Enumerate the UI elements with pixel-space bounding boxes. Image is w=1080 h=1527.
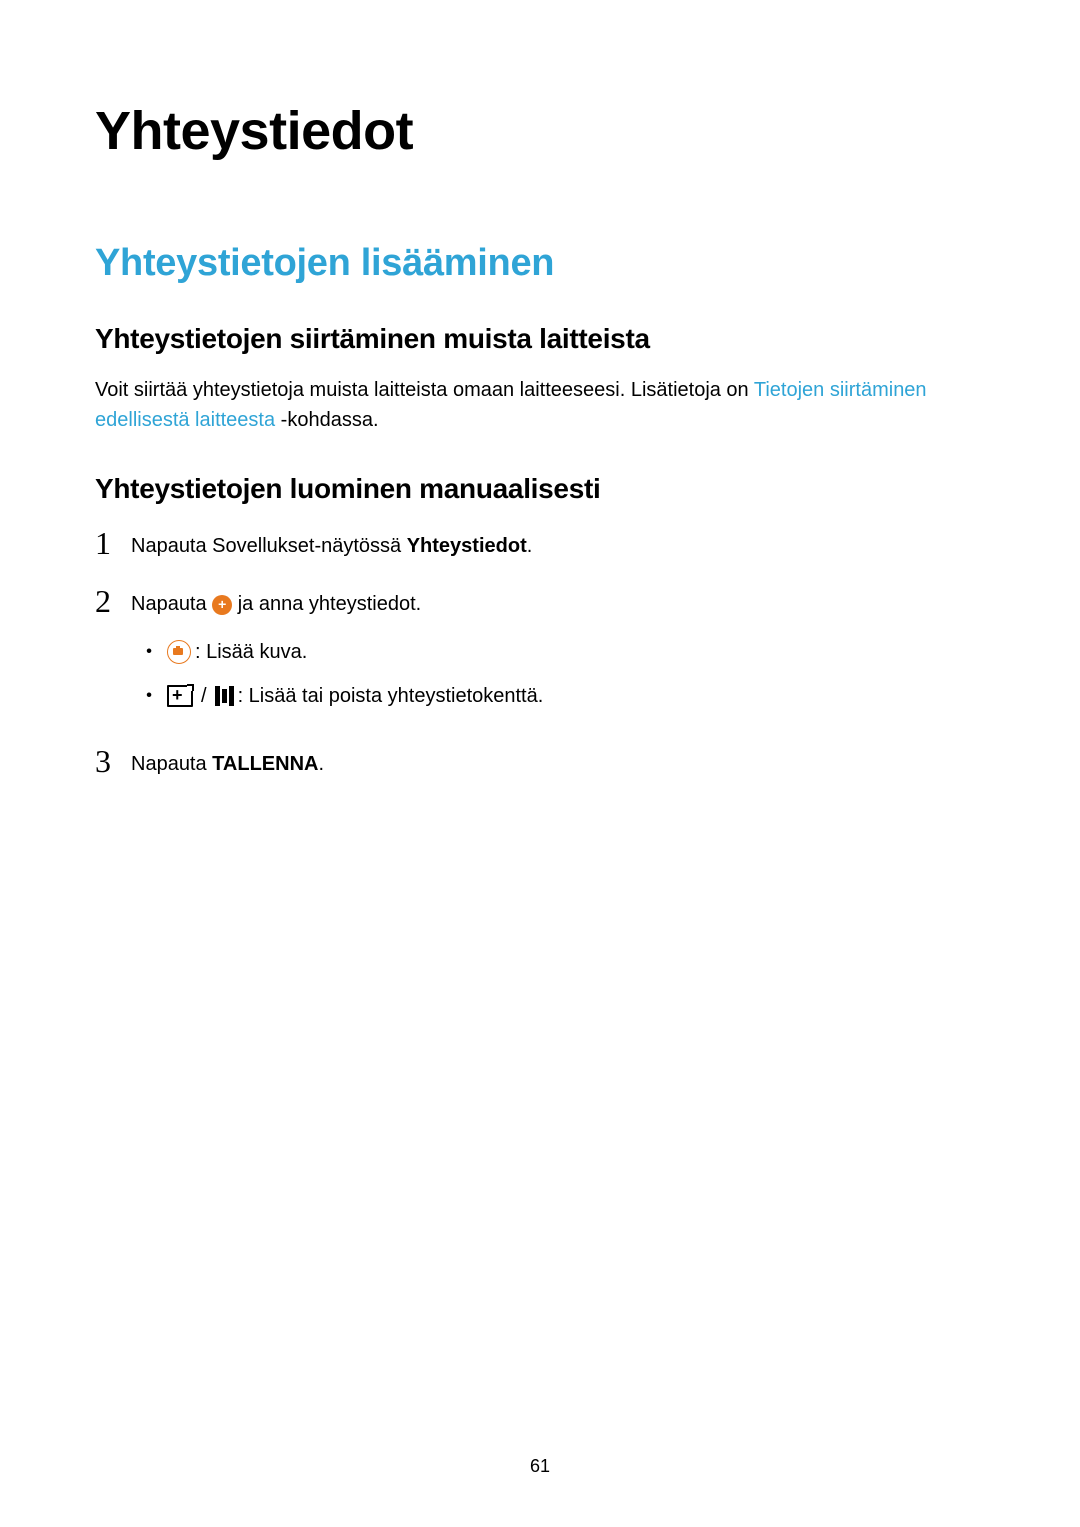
step-text-post: ja anna yhteystiedot.: [238, 593, 421, 615]
step-text-pre: Napauta Sovellukset-näytössä: [131, 535, 407, 557]
add-contact-icon: [212, 595, 232, 615]
subsection-heading-transfer: Yhteystietojen siirtäminen muista laitte…: [95, 323, 985, 355]
step-text-post: .: [318, 753, 324, 775]
remove-field-icon: [215, 686, 234, 706]
step-1: 1 Napauta Sovellukset-näytössä Yhteystie…: [95, 525, 985, 565]
para-text-post: -kohdassa.: [275, 409, 378, 431]
steps-list: 1 Napauta Sovellukset-näytössä Yhteystie…: [95, 525, 985, 783]
section-heading-adding-contacts: Yhteystietojen lisääminen: [95, 242, 985, 285]
step-body: Napauta ja anna yhteystiedot. • : Lisää …: [131, 583, 985, 725]
step-text-bold: TALLENNA: [212, 753, 318, 775]
bullet-dot: •: [131, 637, 167, 664]
slash-separator: /: [201, 681, 207, 711]
sub-item-add-image: • : Lisää kuva.: [131, 637, 985, 667]
page-content: Yhteystiedot Yhteystietojen lisääminen Y…: [0, 0, 1080, 783]
sub-item-add-remove-field: • / : Lisää tai poista yhteystietokenttä…: [131, 681, 985, 711]
step-text-post: .: [527, 535, 533, 557]
step-text-pre: Napauta: [131, 753, 212, 775]
sub-text: : Lisää kuva.: [195, 637, 307, 667]
step-number: 1: [95, 527, 131, 559]
sub-text: : Lisää tai poista yhteystietokenttä.: [238, 681, 544, 711]
bullet-dot: •: [131, 681, 167, 708]
step-body: Napauta TALLENNA.: [131, 743, 985, 779]
add-field-icon: [167, 685, 193, 707]
step-body: Napauta Sovellukset-näytössä Yhteystiedo…: [131, 525, 985, 561]
step-text-pre: Napauta: [131, 593, 212, 615]
step-text-bold: Yhteystiedot: [407, 535, 527, 557]
page-title: Yhteystiedot: [95, 100, 985, 162]
step-3: 3 Napauta TALLENNA.: [95, 743, 985, 783]
subsection-heading-manual: Yhteystietojen luominen manuaalisesti: [95, 473, 985, 505]
para-text-pre: Voit siirtää yhteystietoja muista laitte…: [95, 379, 754, 401]
paragraph-transfer: Voit siirtää yhteystietoja muista laitte…: [95, 375, 985, 435]
sub-list: • : Lisää kuva. • /: [131, 637, 985, 711]
step-2: 2 Napauta ja anna yhteystiedot. • : Lisä…: [95, 583, 985, 725]
step-number: 3: [95, 745, 131, 777]
step-number: 2: [95, 585, 131, 617]
page-number: 61: [0, 1456, 1080, 1477]
camera-icon: [167, 640, 191, 664]
